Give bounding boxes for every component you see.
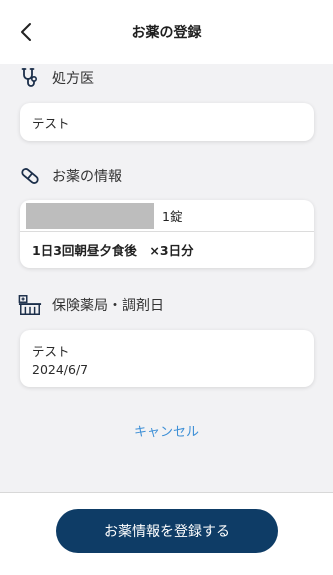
pharmacy-card[interactable]: テスト 2024/6/7 bbox=[20, 330, 314, 387]
register-medicine-button[interactable]: お薬情報を登録する bbox=[56, 509, 278, 553]
drug-name-redacted bbox=[26, 202, 154, 229]
doctor-card[interactable]: テスト bbox=[20, 103, 314, 141]
drug-dosage: 1日3回朝昼夕食後 ×3日分 bbox=[32, 243, 194, 258]
medicine-section-label: お薬の情報 bbox=[52, 169, 122, 185]
page-title: お薬の登録 bbox=[131, 25, 202, 41]
pharmacy-building-icon bbox=[18, 293, 42, 317]
pharmacy-section-label: 保険薬局・調剤日 bbox=[52, 298, 164, 314]
drug-row: 1錠 bbox=[20, 200, 314, 232]
chevron-left-icon bbox=[21, 23, 31, 41]
top-bar: お薬の登録 bbox=[0, 0, 333, 64]
dispensing-date: 2024/6/7 bbox=[32, 362, 89, 377]
footer-bar: お薬情報を登録する bbox=[0, 492, 333, 575]
pill-icon bbox=[18, 164, 42, 188]
pharmacy-name: テスト bbox=[32, 344, 70, 359]
drug-quantity: 1錠 bbox=[162, 209, 183, 224]
cancel-button[interactable]: キャンセル bbox=[0, 418, 333, 442]
doctor-section-header: 処方医 bbox=[18, 66, 94, 90]
doctor-name: テスト bbox=[32, 115, 70, 131]
stethoscope-icon bbox=[18, 66, 42, 90]
pharmacy-section-header: 保険薬局・調剤日 bbox=[18, 293, 164, 317]
medicine-card[interactable]: 1錠 1日3回朝昼夕食後 ×3日分 bbox=[20, 200, 314, 268]
back-button[interactable] bbox=[14, 18, 38, 46]
doctor-section-label: 処方医 bbox=[52, 71, 94, 87]
medicine-section-header: お薬の情報 bbox=[18, 164, 122, 188]
